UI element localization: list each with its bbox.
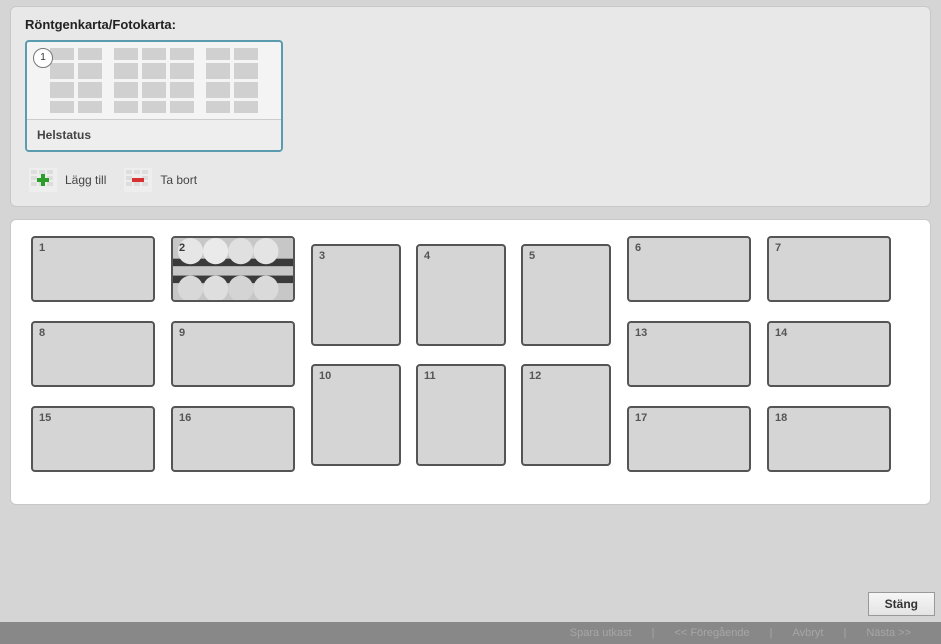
slot-16[interactable]: 16 (171, 406, 295, 472)
slot-8[interactable]: 8 (31, 321, 155, 387)
save-draft-link[interactable]: Spara utkast (570, 627, 632, 639)
slot-12[interactable]: 12 (521, 364, 611, 466)
template-mini-grid (33, 48, 275, 113)
xray-layout: 1 2 8 9 15 16 3 4 5 10 11 12 (27, 236, 914, 486)
template-label: Helstatus (27, 120, 281, 150)
cancel-link[interactable]: Avbryt (793, 627, 824, 639)
xray-layout-panel: 1 2 8 9 15 16 3 4 5 10 11 12 (10, 219, 931, 505)
slot-17[interactable]: 17 (627, 406, 751, 472)
bottom-bar: Spara utkast | << Föregående | Avbryt | … (0, 622, 941, 644)
toolbar: Lägg till Ta bort (29, 168, 916, 192)
add-label: Lägg till (65, 173, 106, 187)
close-button[interactable]: Stäng (868, 592, 935, 616)
slot-7[interactable]: 7 (767, 236, 891, 302)
slot-14[interactable]: 14 (767, 321, 891, 387)
slot-2[interactable]: 2 (171, 236, 295, 302)
slot-15[interactable]: 15 (31, 406, 155, 472)
add-button[interactable]: Lägg till (29, 168, 106, 192)
template-badge: 1 (33, 48, 53, 68)
previous-link[interactable]: << Föregående (674, 627, 749, 639)
panel-title: Röntgenkarta/Fotokarta: (25, 17, 916, 32)
template-panel: Röntgenkarta/Fotokarta: 1 Helstatus Lägg… (10, 6, 931, 207)
slot-13[interactable]: 13 (627, 321, 751, 387)
slot-10[interactable]: 10 (311, 364, 401, 466)
slot-9[interactable]: 9 (171, 321, 295, 387)
template-preview: 1 (27, 42, 281, 120)
footer: Stäng (0, 592, 935, 616)
template-card-helstatus[interactable]: 1 Helstatus (25, 40, 283, 152)
minus-icon (124, 168, 152, 192)
next-link[interactable]: Nästa >> (866, 627, 911, 639)
xray-image (173, 238, 293, 300)
remove-button[interactable]: Ta bort (124, 168, 197, 192)
slot-1[interactable]: 1 (31, 236, 155, 302)
slot-3[interactable]: 3 (311, 244, 401, 346)
remove-label: Ta bort (160, 173, 197, 187)
slot-5[interactable]: 5 (521, 244, 611, 346)
plus-icon (29, 168, 57, 192)
slot-18[interactable]: 18 (767, 406, 891, 472)
slot-4[interactable]: 4 (416, 244, 506, 346)
slot-11[interactable]: 11 (416, 364, 506, 466)
slot-6[interactable]: 6 (627, 236, 751, 302)
